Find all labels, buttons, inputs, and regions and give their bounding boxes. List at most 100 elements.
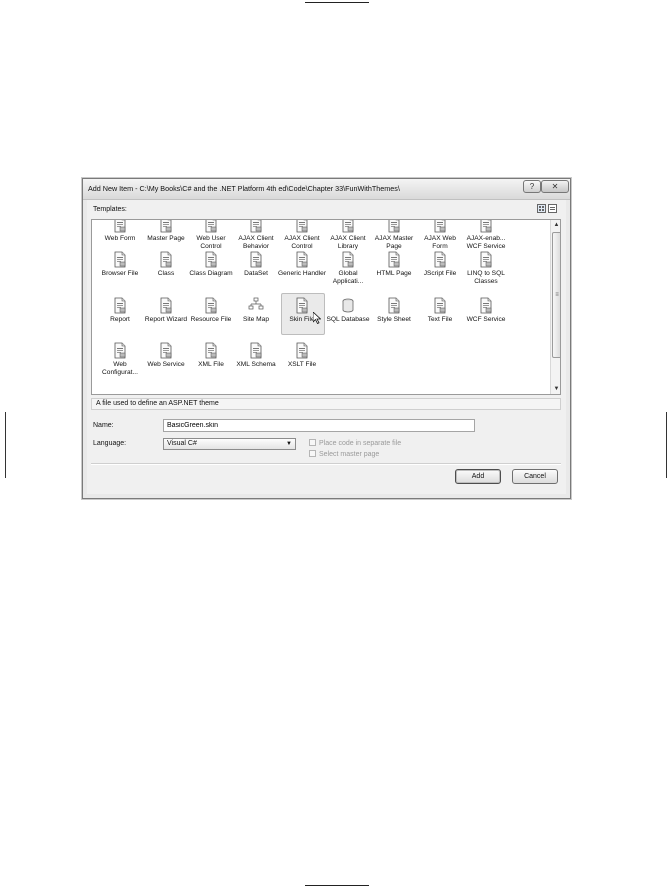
large-icons-view-button[interactable] (537, 204, 546, 213)
sql-database-icon (340, 297, 356, 314)
language-value: Visual C# (167, 440, 197, 447)
generic-handler-icon (294, 251, 310, 268)
template-label: XSLT File (287, 361, 317, 368)
checkbox-icon (309, 439, 316, 446)
template-item[interactable]: JScript File (418, 251, 462, 295)
xslt-file-icon (294, 342, 310, 359)
template-item[interactable]: LINQ to SQL Classes (464, 251, 508, 295)
template-label: WCF Service (466, 316, 506, 323)
templates-scrollbar[interactable]: ▲ ≡ ▼ (550, 220, 560, 394)
select-master-checkbox[interactable]: Select master page (309, 450, 379, 458)
web-form-icon (112, 220, 128, 233)
template-item[interactable]: XSLT File (280, 342, 324, 386)
page-bottom-rule (305, 885, 369, 886)
help-icon: ? (529, 182, 535, 191)
browser-file-icon (112, 251, 128, 268)
template-label: LINQ to SQL Classes (467, 270, 505, 286)
scroll-down-arrow-icon[interactable]: ▼ (551, 384, 560, 394)
template-label: Site Map (242, 316, 270, 323)
template-label: Report Wizard (144, 316, 188, 323)
template-label: Web Configurat... (102, 361, 138, 377)
template-item[interactable]: Class (144, 251, 188, 295)
left-margin-bar (5, 412, 6, 478)
template-item[interactable]: Skin File (280, 293, 325, 341)
template-label: AJAX Client Library (330, 235, 366, 251)
name-input[interactable] (163, 419, 475, 432)
template-label: AJAX Client Control (284, 235, 320, 251)
template-label: Web User Control (196, 235, 226, 251)
report-icon (112, 297, 128, 314)
template-item[interactable]: Generic Handler (278, 251, 326, 295)
template-item[interactable]: Web Service (144, 342, 188, 386)
linq-to-sql-icon (478, 251, 494, 268)
help-button[interactable]: ? (523, 180, 541, 193)
checkbox-icon (309, 450, 316, 457)
template-label: Class Diagram (189, 270, 233, 277)
template-label: Web Form (104, 235, 136, 242)
scroll-up-arrow-icon[interactable]: ▲ (551, 220, 560, 230)
html-page-icon (386, 251, 402, 268)
language-select[interactable]: Visual C# ▼ (163, 438, 296, 450)
small-icons-view-button[interactable] (548, 204, 557, 213)
template-item[interactable]: HTML Page (372, 251, 416, 295)
mouse-pointer-icon (312, 311, 322, 325)
template-item[interactable]: XML File (189, 342, 233, 386)
template-item[interactable]: XML Schema (234, 342, 278, 386)
template-label: Browser File (101, 270, 139, 277)
template-item[interactable]: SQL Database (326, 297, 370, 341)
template-label: Master Page (147, 235, 185, 242)
template-label: AJAX Web Form (424, 235, 456, 251)
report-wizard-icon (158, 297, 174, 314)
name-label: Name: (93, 422, 114, 429)
close-button[interactable]: ✕ (541, 180, 569, 193)
template-item[interactable]: WCF Service (464, 297, 508, 341)
template-item[interactable]: Global Applicati... (326, 251, 370, 295)
template-item[interactable]: Browser File (98, 251, 142, 295)
select-master-label: Select master page (319, 451, 380, 458)
template-item[interactable]: Class Diagram (189, 251, 233, 295)
template-label: XML Schema (236, 361, 276, 368)
style-sheet-icon (386, 297, 402, 314)
template-label: Class (157, 270, 175, 277)
template-label: Report (110, 316, 130, 323)
web-config-icon (112, 342, 128, 359)
cancel-button[interactable]: Cancel (512, 469, 558, 484)
template-item[interactable]: Resource File (189, 297, 233, 341)
ajax-master-page-icon (386, 220, 402, 233)
template-item[interactable]: Web Configurat... (98, 342, 142, 386)
add-new-item-dialog: Add New Item - C:\My Books\C# and the .N… (82, 178, 571, 499)
template-item[interactable]: Site Map (234, 297, 278, 341)
template-item[interactable]: Report (98, 297, 142, 341)
templates-label: Templates: (93, 206, 127, 213)
templates-list[interactable]: Web Form Master Page Web User Control AJAX … (91, 219, 561, 395)
language-label: Language: (93, 440, 127, 447)
template-label: AJAX-enab... WCF Service (466, 235, 506, 251)
button-separator (91, 463, 561, 465)
master-page-icon (158, 220, 174, 233)
global-application-icon (340, 251, 356, 268)
template-label: HTML Page (376, 270, 412, 277)
template-item[interactable]: Text File (418, 297, 462, 341)
template-item[interactable]: DataSet (234, 251, 278, 295)
jscript-file-icon (432, 251, 448, 268)
ajax-wcf-service-icon (478, 220, 494, 233)
place-code-checkbox[interactable]: Place code in separate file (309, 439, 401, 447)
place-code-label: Place code in separate file (319, 440, 402, 447)
scroll-thumb[interactable]: ≡ (552, 232, 560, 358)
template-description: A file used to define an ASP.NET theme (91, 398, 561, 410)
class-icon (158, 251, 174, 268)
add-button[interactable]: Add (455, 469, 501, 484)
template-label: Web Service (147, 361, 185, 368)
template-label: Resource File (190, 316, 232, 323)
class-diagram-icon (203, 251, 219, 268)
ajax-client-library-icon (340, 220, 356, 233)
site-map-icon (248, 297, 264, 314)
dataset-icon (248, 251, 264, 268)
template-item[interactable]: Style Sheet (372, 297, 416, 341)
wcf-service-icon (478, 297, 494, 314)
web-service-icon (158, 342, 174, 359)
text-file-icon (432, 297, 448, 314)
page-top-rule (305, 2, 369, 3)
template-item[interactable]: Report Wizard (144, 297, 188, 341)
ajax-web-form-icon (432, 220, 448, 233)
